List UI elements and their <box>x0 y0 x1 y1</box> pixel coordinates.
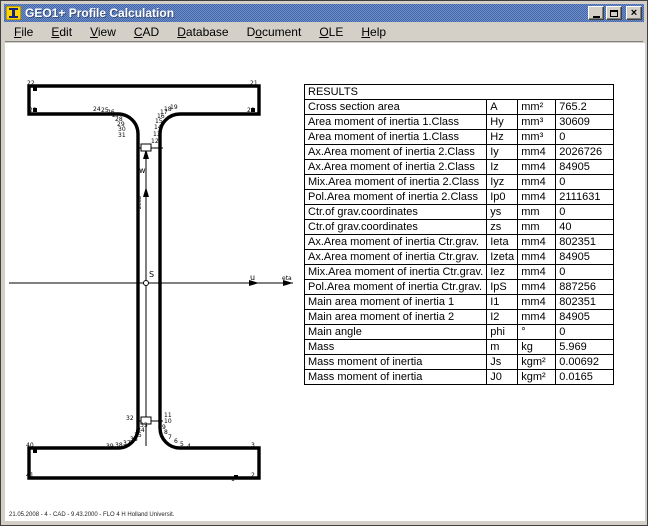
svg-text:36: 36 <box>130 436 138 443</box>
svg-text:38: 38 <box>115 442 123 449</box>
svg-text:21: 21 <box>250 80 258 87</box>
table-row: Main area moment of inertia 2I2mm484905 <box>305 310 614 325</box>
minimize-button[interactable] <box>588 6 604 20</box>
menu-item-view[interactable]: View <box>81 23 125 42</box>
table-row: Main area moment of inertia 1I1mm4802351 <box>305 295 614 310</box>
svg-text:22: 22 <box>27 80 35 87</box>
svg-text:3: 3 <box>251 442 255 449</box>
table-row: Mass moment of inertiaJskgm²0.00692 <box>305 355 614 370</box>
svg-text:14: 14 <box>154 124 162 131</box>
svg-text:1: 1 <box>231 476 235 483</box>
menu-item-database[interactable]: Database <box>168 23 237 42</box>
drawing-canvas: u eta w zeta S 2221232024252627282930311… <box>5 43 645 521</box>
results-table: RESULTS Cross section areaAmm²765.2Area … <box>304 84 614 385</box>
menu-item-document[interactable]: Document <box>238 23 311 42</box>
close-button[interactable]: × <box>626 6 642 20</box>
table-row: Main anglephi°0 <box>305 325 614 340</box>
table-row: Ax.Area moment of inertia Ctr.grav.Ietam… <box>305 235 614 250</box>
svg-text:5: 5 <box>180 441 184 448</box>
svg-text:4: 4 <box>187 443 191 450</box>
title-bar[interactable]: GEO1+ Profile Calculation × <box>4 4 644 22</box>
table-row: Massmkg5.969 <box>305 340 614 355</box>
table-row: Ctr.of grav.coordinateszsmm40 <box>305 220 614 235</box>
svg-text:7: 7 <box>168 434 172 441</box>
svg-text:37: 37 <box>123 440 131 447</box>
svg-text:32: 32 <box>126 415 134 422</box>
svg-text:40: 40 <box>26 442 34 449</box>
window-title: GEO1+ Profile Calculation <box>25 6 586 20</box>
zeta-axis-arrow <box>143 187 149 197</box>
menu-item-help[interactable]: Help <box>352 23 395 42</box>
svg-text:13: 13 <box>153 131 161 138</box>
u-axis-label: u <box>250 273 255 282</box>
node-box-top <box>141 144 151 151</box>
table-row: Area moment of inertia 1.ClassHzmm³0 <box>305 130 614 145</box>
menu-item-edit[interactable]: Edit <box>42 23 81 42</box>
menu-bar: FileEditViewCADDatabaseDocumentOLEHelp <box>5 23 643 42</box>
table-row: Mix.Area moment of inertia Ctr.grav.Iezm… <box>305 265 614 280</box>
app-icon <box>6 6 21 20</box>
svg-text:39: 39 <box>106 443 114 450</box>
svg-text:6: 6 <box>174 438 178 445</box>
centroid-label: S <box>149 270 154 279</box>
table-row: Cross section areaAmm²765.2 <box>305 100 614 115</box>
table-row: Pol.Area moment of inertia Ctr.grav.IpSm… <box>305 280 614 295</box>
table-row: Pol.Area moment of inertia 2.ClassIp0mm4… <box>305 190 614 205</box>
w-axis-label: w <box>139 166 146 175</box>
results-table-body: RESULTS Cross section areaAmm²765.2Area … <box>305 85 614 385</box>
table-row: Ax.Area moment of inertia 2.ClassIzmm484… <box>305 160 614 175</box>
results-header: RESULTS <box>305 85 614 100</box>
svg-text:2: 2 <box>251 472 255 479</box>
menu-item-file[interactable]: File <box>5 23 42 42</box>
table-row: Ax.Area moment of inertia Ctr.grav.Izeta… <box>305 250 614 265</box>
zeta-axis-label: zeta <box>136 196 143 209</box>
table-row: Ax.Area moment of inertia 2.ClassIymm420… <box>305 145 614 160</box>
centroid-marker <box>144 281 149 286</box>
results-header-row: RESULTS <box>305 85 614 100</box>
svg-text:24: 24 <box>93 106 101 113</box>
table-row: Area moment of inertia 1.ClassHymm³30609 <box>305 115 614 130</box>
eta-axis-label: eta <box>282 275 292 282</box>
svg-text:20: 20 <box>247 107 255 114</box>
menu-item-cad[interactable]: CAD <box>125 23 168 42</box>
maximize-button[interactable] <box>606 6 622 20</box>
svg-text:23: 23 <box>29 107 37 114</box>
table-row: Mass moment of inertiaJ0kgm²0.0165 <box>305 370 614 385</box>
menu-item-ole[interactable]: OLE <box>310 23 352 42</box>
svg-text:12: 12 <box>151 138 159 145</box>
table-row: Ctr.of grav.coordinatesysmm0 <box>305 205 614 220</box>
table-row: Mix.Area moment of inertia 2.ClassIyzmm4… <box>305 175 614 190</box>
node-number-labels: 2221232024252627282930311918171615141312… <box>26 80 258 483</box>
svg-text:41: 41 <box>26 472 34 479</box>
drawing-stamp: 21.05.2008 - 4 - CAD - 9.43.2000 - FLO 4… <box>9 512 174 518</box>
svg-text:31: 31 <box>118 132 126 139</box>
